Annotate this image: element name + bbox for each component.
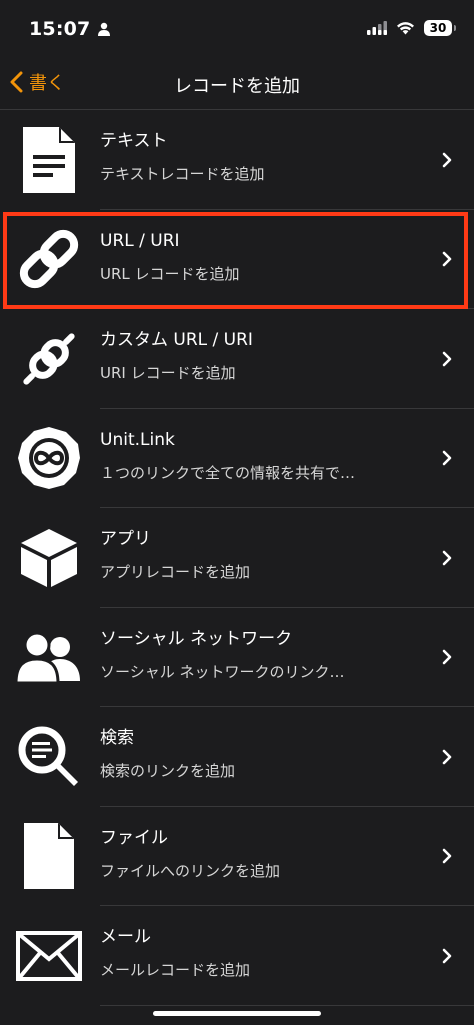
wifi-icon [397,22,414,35]
status-indicators: 30 [367,20,456,36]
list-item-subtitle: １つのリンクで全ての情報を共有で… [100,463,356,482]
list-item-subtitle: テキストレコードを追加 [100,165,265,183]
list-item-social-network[interactable]: ソーシャル ネットワーク ソーシャル ネットワークのリンク… [0,608,474,708]
cellular-signal-icon [367,21,387,35]
list-item-text-block: ファイル ファイルへのリンクを追加 [100,826,426,882]
list-item-text-block: アプリ アプリレコードを追加 [100,527,426,583]
list-item-title: 検索 [100,728,134,748]
list-item-unit-link[interactable]: Unit.Link １つのリンクで全ての情報を共有で… [0,409,474,509]
status-bar: 15:07 30 [0,0,474,56]
list-item-subtitle: ファイルへのリンクを追加 [100,861,281,880]
home-indicator [153,1011,321,1016]
list-item-text-block: 検索 検索のリンクを追加 [100,726,426,782]
list-item-app[interactable]: アプリ アプリレコードを追加 [0,508,474,608]
list-item-text-block: カスタム URL / URI URI レコードを追加 [100,328,426,384]
list-item-subtitle: URL レコードを追加 [100,264,240,283]
status-time-group: 15:07 [29,18,111,40]
mail-icon [16,923,82,989]
chevron-right-icon [442,450,452,466]
battery-indicator: 30 [424,20,456,36]
list-item-title: テキスト [100,131,168,151]
list-item-text-block: テキスト テキストレコードを追加 [100,129,426,185]
broken-link-icon [16,326,82,392]
list-item-url[interactable]: URL / URI URL レコードを追加 [0,210,474,310]
list-item-mail[interactable]: メール メールレコードを追加 [0,906,474,1006]
list-item-search[interactable]: 検索 検索のリンクを追加 [0,707,474,807]
record-type-list: テキスト テキストレコードを追加 URL / URI URL レコードを追加 カ… [0,110,474,1006]
list-item-text-block: Unit.Link １つのリンクで全ての情報を共有で… [100,428,426,484]
chevron-right-icon [442,649,452,665]
document-text-icon [16,126,82,193]
page-title: レコードを追加 [174,76,300,97]
list-item-text-block: メール メールレコードを追加 [100,925,426,981]
list-item-text-block: ソーシャル ネットワーク ソーシャル ネットワークのリンク… [100,627,426,683]
chevron-right-icon [442,251,452,267]
link-icon [16,226,82,292]
list-item-subtitle: 検索のリンクを追加 [100,762,236,780]
list-item-title: アプリ [100,529,151,549]
list-item-subtitle: URI レコードを追加 [100,364,236,382]
list-item-title: Unit.Link [100,429,175,450]
box-icon [16,525,82,591]
chevron-right-icon [442,351,452,367]
list-item-subtitle: ソーシャル ネットワークのリンク… [100,662,345,681]
people-icon [16,624,82,690]
list-item-title: ファイル [100,827,168,848]
status-time: 15:07 [29,18,91,40]
chevron-right-icon [442,550,452,566]
person-icon [98,22,111,36]
search-icon [16,724,82,790]
list-item-title: カスタム URL / URI [100,330,253,350]
chevron-right-icon [442,948,452,964]
screen: 15:07 30 書く レコードを追加 テキスト テキストレコードを追加 URL… [0,0,474,1025]
chevron-right-icon [442,848,452,864]
list-item-subtitle: アプリレコードを追加 [100,563,251,581]
chevron-right-icon [442,749,452,765]
list-item-subtitle: メールレコードを追加 [100,961,251,979]
unit-link-icon [16,425,82,491]
chevron-right-icon [442,152,452,168]
list-item-file[interactable]: ファイル ファイルへのリンクを追加 [0,807,474,907]
navigation-bar: 書く レコードを追加 [0,56,474,110]
list-item-text[interactable]: テキスト テキストレコードを追加 [0,110,474,210]
list-item-title: メール [100,927,151,947]
file-icon [16,823,82,890]
list-item-text-block: URL / URI URL レコードを追加 [100,229,426,285]
list-item-title: URL / URI [100,230,180,251]
list-item-title: ソーシャル ネットワーク [100,628,293,649]
list-item-custom-url[interactable]: カスタム URL / URI URI レコードを追加 [0,309,474,409]
